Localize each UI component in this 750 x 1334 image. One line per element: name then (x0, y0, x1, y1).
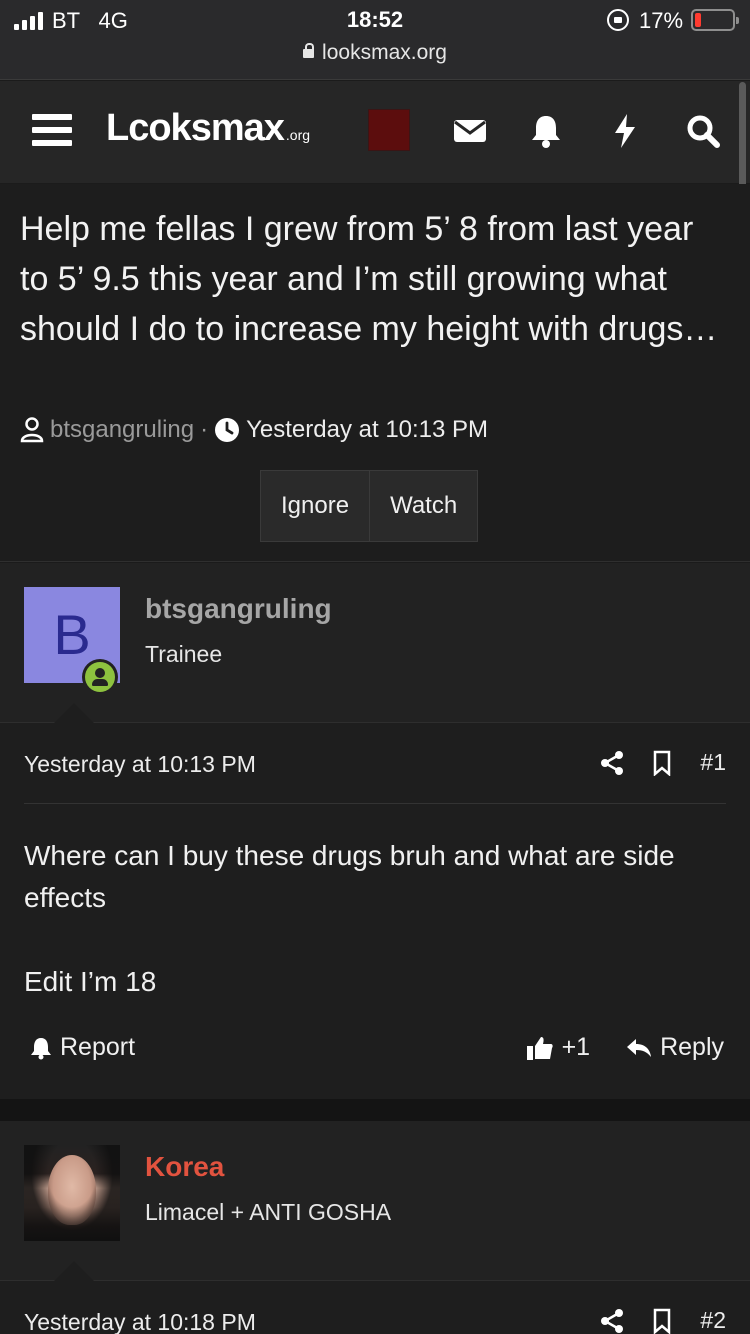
bookmark-icon[interactable] (652, 1308, 672, 1334)
menu-icon[interactable] (32, 114, 72, 150)
post-actions: #1 (600, 749, 726, 776)
post-body: Where can I buy these drugs bruh and wha… (24, 835, 734, 1003)
report-link[interactable]: Report (30, 1033, 135, 1062)
post-actions: #2 (600, 1307, 726, 1334)
thread-time[interactable]: Yesterday at 10:13 PM (246, 416, 488, 444)
user-icon (20, 417, 44, 443)
thread-title: Help me fellas I grew from 5’ 8 from las… (20, 210, 718, 348)
thread-author[interactable]: btsgangruling (50, 416, 194, 444)
username[interactable]: Korea (145, 1151, 224, 1183)
bell-icon[interactable] (526, 111, 566, 151)
avatar[interactable] (24, 1145, 120, 1241)
post-separator (0, 1099, 750, 1121)
bell-icon (31, 1037, 51, 1059)
address-bar[interactable]: looksmax.org (0, 41, 750, 65)
user-pointer (54, 1261, 94, 1281)
user-pointer (54, 703, 94, 723)
clock: 18:52 (346, 7, 404, 32)
post-text: Edit I’m 18 (24, 966, 157, 997)
share-icon[interactable] (600, 750, 624, 776)
bookmark-icon[interactable] (652, 750, 672, 776)
user-title: Trainee (145, 641, 223, 667)
username[interactable]: btsgangruling (145, 593, 332, 625)
watch-button[interactable]: Watch (369, 471, 478, 541)
clock-icon (215, 418, 240, 442)
thumbs-up-icon (526, 1036, 553, 1060)
reply-button[interactable]: Reply (626, 1033, 724, 1062)
divider (24, 803, 726, 804)
mail-icon[interactable] (450, 111, 490, 151)
like-button[interactable]: +1 (526, 1033, 591, 1062)
status-bar: BT 4G 18:52 17% looksmax.org (0, 0, 750, 80)
post-1: Yesterday at 10:13 PM #1 Where can I buy… (0, 723, 750, 1099)
ignore-button[interactable]: Ignore (261, 471, 370, 541)
post-text: Where can I buy these drugs bruh and wha… (24, 840, 675, 913)
site-logo[interactable]: Lcoksmax .org (106, 107, 310, 150)
report-label: Report (60, 1033, 136, 1061)
post-user-info: Korea Limacel + ANTI GOSHA (0, 1121, 750, 1281)
battery-icon (691, 9, 739, 31)
meta-separator: · (200, 416, 209, 443)
user-title: Limacel + ANTI GOSHA (145, 1199, 392, 1225)
post-footer: Report +1 Reply (30, 1033, 724, 1062)
site-navbar: Lcoksmax .org (0, 81, 750, 183)
bolt-icon[interactable] (605, 111, 645, 151)
post-footer-right: +1 Reply (526, 1033, 724, 1062)
user-avatar[interactable] (368, 109, 410, 151)
thread-header: Help me fellas I grew from 5’ 8 from las… (0, 184, 750, 562)
post-number[interactable]: #2 (700, 1307, 726, 1334)
post-number[interactable]: #1 (700, 749, 726, 776)
post-time[interactable]: Yesterday at 10:18 PM (24, 1309, 256, 1334)
reply-icon (627, 1038, 652, 1057)
battery-percent: 17% (639, 8, 684, 33)
thread-button-group: Ignore Watch (260, 470, 479, 542)
rotation-lock-icon (607, 9, 629, 31)
reply-label: Reply (660, 1033, 724, 1061)
thread-meta: btsgangruling · Yesterday at 10:13 PM (20, 416, 488, 444)
lock-icon (303, 43, 315, 58)
search-icon[interactable] (683, 111, 723, 151)
post-2: Yesterday at 10:18 PM #2 (0, 1281, 750, 1334)
online-status-icon (82, 659, 118, 695)
post-time[interactable]: Yesterday at 10:13 PM (24, 751, 256, 778)
like-count: +1 (561, 1033, 591, 1061)
share-icon[interactable] (600, 1308, 624, 1334)
post-user-info: B btsgangruling Trainee (0, 563, 750, 723)
